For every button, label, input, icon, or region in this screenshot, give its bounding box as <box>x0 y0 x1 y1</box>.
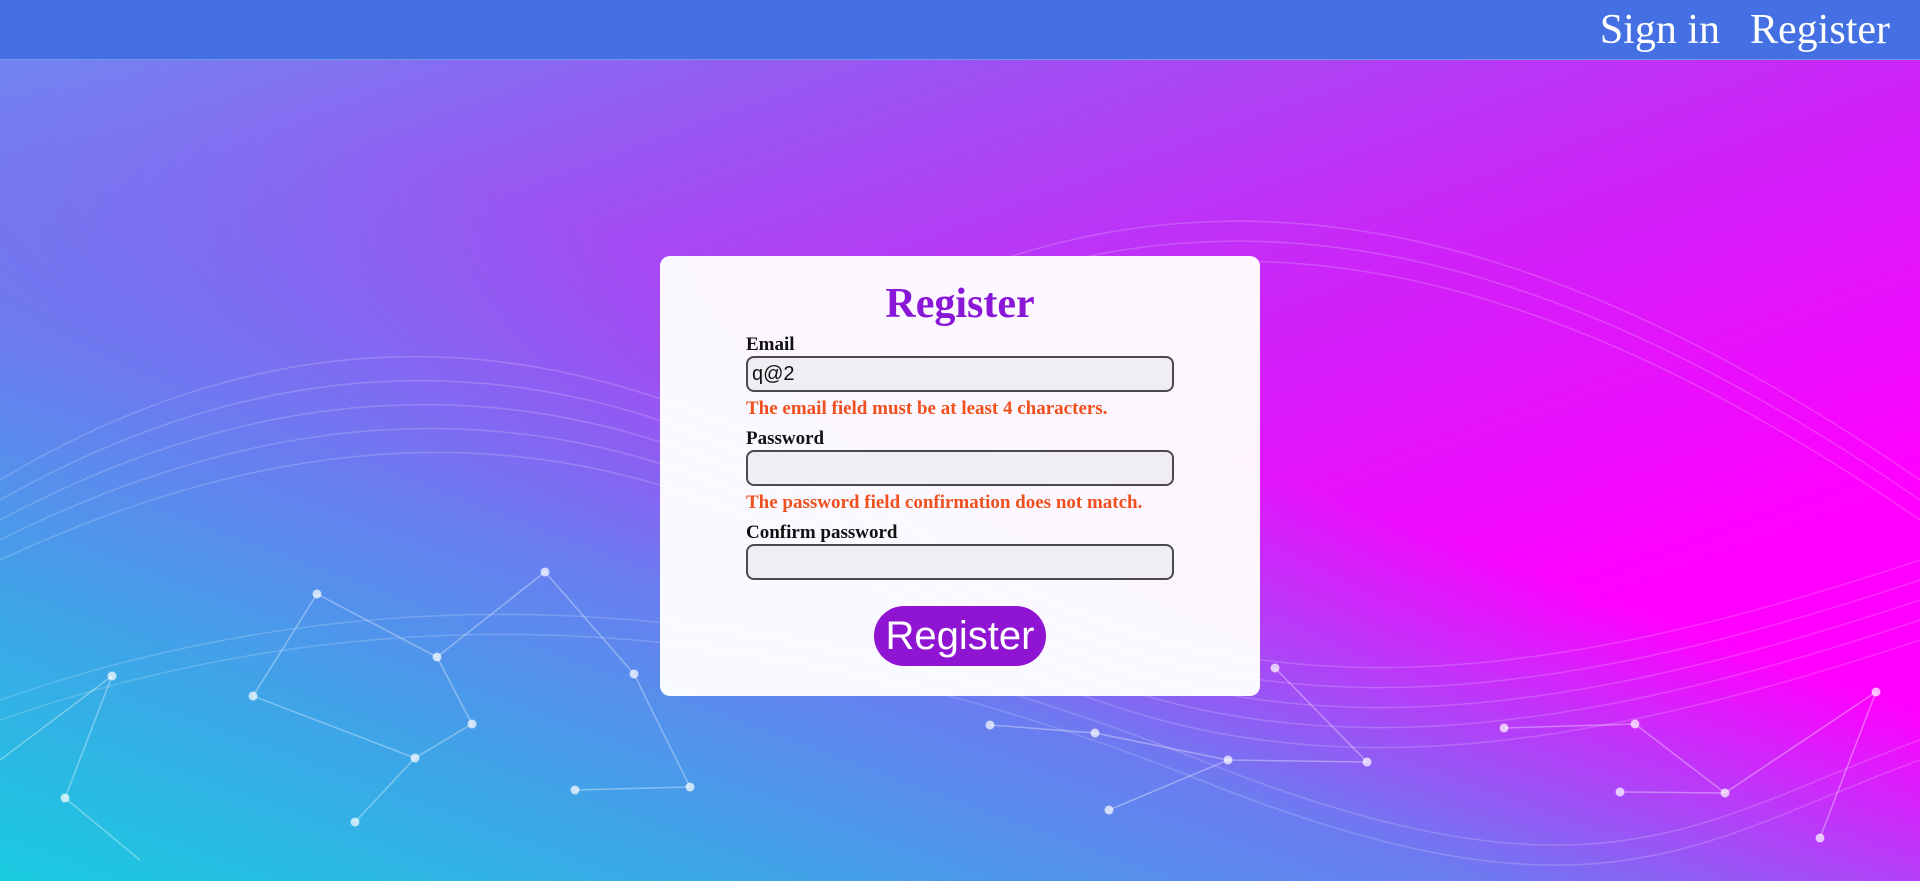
password-error-message: The password field confirmation does not… <box>746 492 1143 513</box>
top-navigation-bar: Sign in Register <box>0 0 1920 60</box>
email-error-message: The email field must be at least 4 chara… <box>746 398 1108 419</box>
sign-in-link[interactable]: Sign in <box>1600 6 1720 54</box>
register-form: Email The email field must be at least 4… <box>746 334 1176 580</box>
top-nav-links: Sign in Register <box>1600 6 1890 54</box>
register-submit-button[interactable]: Register <box>873 606 1047 666</box>
password-label: Password <box>746 428 825 449</box>
register-link[interactable]: Register <box>1750 6 1890 54</box>
email-field-group: Email The email field must be at least 4… <box>746 334 1176 420</box>
confirm-password-input[interactable] <box>746 544 1174 580</box>
password-field-group: Password The password field confirmation… <box>746 428 1176 514</box>
email-label: Email <box>746 334 795 355</box>
confirm-password-field-group: Confirm password <box>746 522 1176 580</box>
page-title: Register <box>885 281 1035 327</box>
confirm-password-label: Confirm password <box>746 522 898 543</box>
password-input[interactable] <box>746 450 1174 486</box>
register-card: Register Email The email field must be a… <box>660 256 1260 696</box>
email-input[interactable] <box>746 356 1174 392</box>
submit-area: Register <box>660 606 1260 666</box>
